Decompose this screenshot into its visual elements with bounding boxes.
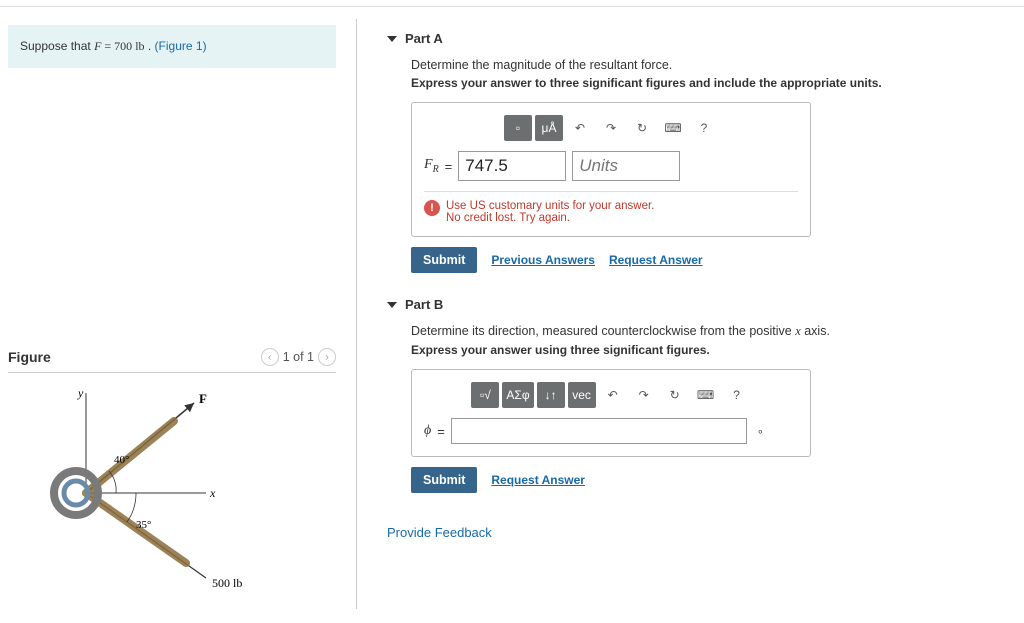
symbols-icon[interactable]: ΑΣφ	[502, 382, 533, 408]
caret-down-icon	[387, 302, 397, 308]
part-a-title: Part A	[405, 31, 443, 46]
vertical-divider	[356, 19, 357, 609]
degree-unit: ∘	[757, 425, 764, 438]
reset-icon[interactable]: ↻	[661, 382, 689, 408]
reset-icon[interactable]: ↻	[628, 115, 656, 141]
equals-sign: =	[437, 424, 445, 439]
figure-link[interactable]: (Figure 1)	[155, 39, 207, 53]
undo-icon[interactable]: ↶	[599, 382, 627, 408]
previous-answers-link[interactable]: Previous Answers	[491, 253, 595, 267]
feedback-line2: No credit lost. Try again.	[446, 212, 654, 224]
axis-x-label: x	[209, 486, 216, 500]
templates-icon[interactable]: ▫√	[471, 382, 499, 408]
units-icon[interactable]: μÅ	[535, 115, 563, 141]
equals-sign: =	[445, 159, 453, 174]
part-a-header[interactable]: Part A	[387, 25, 1010, 52]
prompt-prefix: Suppose that	[20, 39, 94, 53]
part-a-toolbar: ▫ μÅ ↶ ↷ ↻ ⌨ ?	[424, 115, 798, 141]
part-a-instructions: Express your answer to three significant…	[411, 76, 1010, 90]
help-icon[interactable]: ?	[723, 382, 751, 408]
request-answer-link-a[interactable]: Request Answer	[609, 253, 703, 267]
force-F-label: F	[199, 391, 207, 406]
caret-down-icon	[387, 36, 397, 42]
part-a-submit-button[interactable]: Submit	[411, 247, 477, 273]
pager-label: 1 of 1	[283, 350, 314, 364]
next-figure-button[interactable]: ›	[318, 348, 336, 366]
part-a-feedback: ! Use US customary units for your answer…	[424, 191, 798, 224]
part-b-title: Part B	[405, 297, 443, 312]
part-b-header[interactable]: Part B	[387, 291, 1010, 318]
part-b-instructions: Express your answer using three signific…	[411, 343, 1010, 357]
axis-y-label: y	[77, 386, 84, 400]
prev-figure-button[interactable]: ‹	[261, 348, 279, 366]
part-a-variable: FR	[424, 157, 439, 175]
provide-feedback-link[interactable]: Provide Feedback	[387, 525, 1010, 540]
part-b-submit-button[interactable]: Submit	[411, 467, 477, 493]
part-b-variable: ϕ	[424, 423, 431, 439]
redo-icon[interactable]: ↷	[597, 115, 625, 141]
angle-35-label: 35°	[136, 519, 151, 531]
part-a-units-input[interactable]	[572, 151, 680, 181]
prompt-eq: = 700	[101, 39, 135, 53]
request-answer-link-b[interactable]: Request Answer	[491, 473, 585, 487]
undo-icon[interactable]: ↶	[566, 115, 594, 141]
prompt-unit: lb	[135, 39, 144, 53]
part-a-value-input[interactable]	[458, 151, 566, 181]
prompt-suffix: .	[145, 39, 155, 53]
keyboard-icon[interactable]: ⌨	[659, 115, 687, 141]
keyboard-icon[interactable]: ⌨	[692, 382, 720, 408]
problem-prompt: Suppose that F = 700 lb . (Figure 1)	[8, 25, 336, 68]
redo-icon[interactable]: ↷	[630, 382, 658, 408]
subscript-icon[interactable]: ↓↑	[537, 382, 565, 408]
help-icon[interactable]: ?	[690, 115, 718, 141]
feedback-line1: Use US customary units for your answer.	[446, 200, 654, 212]
angle-40-label: 40°	[114, 454, 129, 466]
part-a-answer-box: ▫ μÅ ↶ ↷ ↻ ⌨ ? FR = ! Use US	[411, 102, 811, 237]
templates-icon[interactable]: ▫	[504, 115, 532, 141]
figure-pager: ‹ 1 of 1 ›	[261, 348, 336, 366]
part-b-toolbar: ▫√ ΑΣφ ↓↑ vec ↶ ↷ ↻ ⌨ ?	[424, 382, 798, 408]
figure-diagram: y x F 500 lb 40°	[8, 372, 336, 602]
warning-icon: !	[424, 200, 440, 216]
load-label: 500 lb	[212, 576, 242, 590]
part-a-question: Determine the magnitude of the resultant…	[411, 58, 1010, 72]
part-b-value-input[interactable]	[451, 418, 747, 444]
part-b-question: Determine its direction, measured counte…	[411, 324, 1010, 339]
vector-icon[interactable]: vec	[568, 382, 596, 408]
figure-title: Figure	[8, 349, 51, 365]
part-b-answer-box: ▫√ ΑΣφ ↓↑ vec ↶ ↷ ↻ ⌨ ? ϕ = ∘	[411, 369, 811, 457]
